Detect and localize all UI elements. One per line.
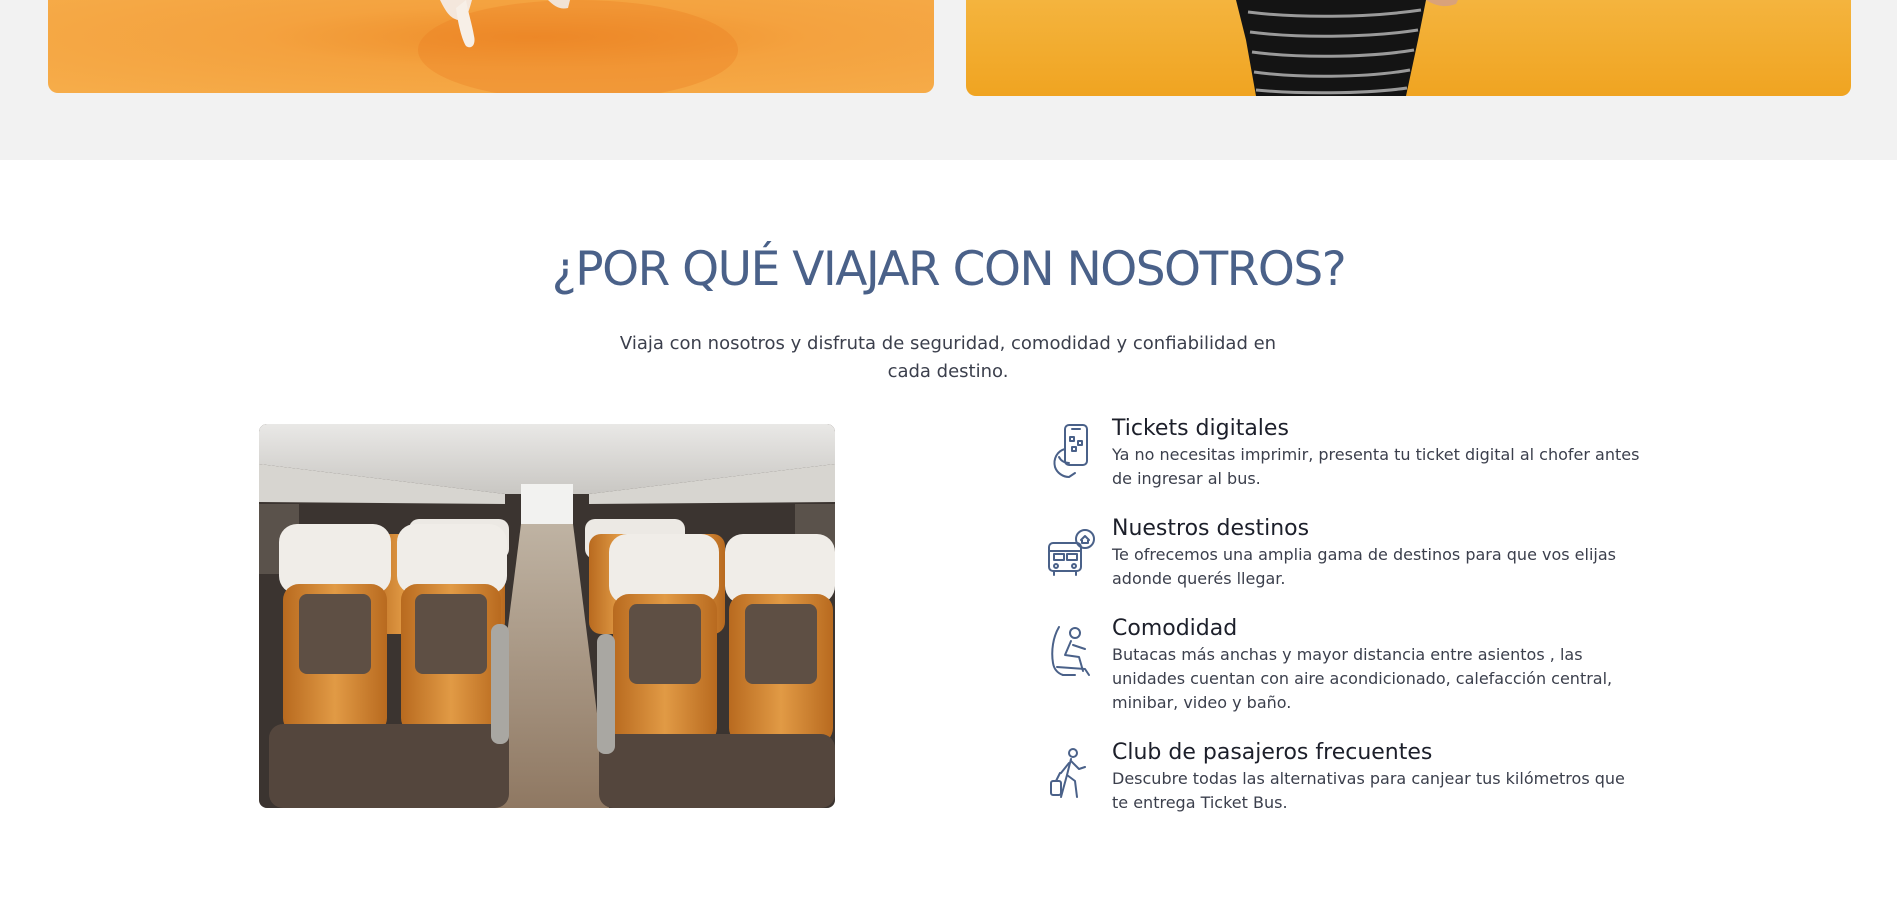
feature-frequent-club: Club de pasajeros frecuentes Descubre to… (1045, 739, 1645, 815)
feature-title: Nuestros destinos (1112, 516, 1310, 541)
feature-destinations: Nuestros destinos Te ofrecemos una ampli… (1045, 515, 1645, 591)
section-subtitle: Viaja con nosotros y disfruta de segurid… (619, 333, 1277, 382)
promo-card-left[interactable] (48, 0, 934, 93)
section-title: ¿POR QUÉ VIAJAR CON NOSOTROS? (551, 242, 1347, 297)
promo-card-right[interactable] (966, 0, 1851, 96)
bus-destination-icon (1045, 523, 1097, 579)
feature-title: Club de pasajeros frecuentes (1112, 740, 1433, 765)
feature-text: Butacas más anchas y mayor distancia ent… (1112, 645, 1613, 712)
bus-interior-photo (259, 424, 835, 808)
traveler-luggage-icon (1045, 747, 1097, 803)
seated-passenger-icon (1045, 623, 1097, 679)
feature-text: Ya no necesitas imprimir, presenta tu ti… (1112, 445, 1640, 488)
feature-text: Te ofrecemos una amplia gama de destinos… (1112, 545, 1616, 588)
feature-title: Comodidad (1112, 616, 1238, 641)
promo-image-hands-icon (418, 0, 738, 93)
promo-image-striped-shirt-icon (1236, 0, 1458, 96)
feature-title: Tickets digitales (1112, 416, 1289, 441)
feature-text: Descubre todas las alternativas para can… (1112, 769, 1625, 812)
feature-comfort: Comodidad Butacas más anchas y mayor dis… (1045, 615, 1645, 715)
digital-ticket-phone-icon (1045, 423, 1097, 479)
feature-digital-tickets: Tickets digitales Ya no necesitas imprim… (1045, 415, 1645, 491)
promo-band (0, 0, 1897, 160)
